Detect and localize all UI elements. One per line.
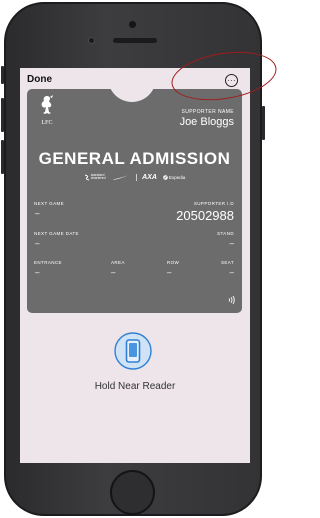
ticket-pass[interactable]: LFC SUPPORTER NAME Joe Bloggs GENERAL AD… [27,76,242,313]
next-game-date-value: – [35,239,40,248]
club-abbr: LFC [41,120,52,126]
expedia-logo: Expedia [163,175,185,180]
liverbird-crest-icon: LFC [41,95,53,126]
top-camera [129,21,136,28]
axa-logo: AXA [142,173,157,181]
next-game-label: NEXT GAME [34,201,65,206]
expedia-icon [163,174,168,180]
pass-notch [108,76,156,102]
entrance-label: ENTRANCE [34,260,62,265]
area-label: AREA [111,260,125,265]
next-game-date-label: NEXT GAME DATE [34,231,79,236]
sponsor-logos: standard chartered AXA Expedia [27,172,242,182]
hold-near-reader-text: Hold Near Reader [94,381,176,392]
row-label: ROW [167,260,180,265]
area-value: – [111,268,116,277]
sponsor-divider [135,173,137,181]
contactless-icon [228,295,235,305]
volume-down-button [1,140,4,174]
supporter-name-label: SUPPORTER NAME [181,109,234,115]
stand-value: – [229,239,234,248]
supporter-id-label: SUPPORTER I.D [193,201,234,206]
mute-switch [1,66,4,84]
seat-value: – [229,268,234,277]
next-game-value: – [35,209,40,218]
volume-up-button [1,98,4,132]
ticket-type: GENERAL ADMISSION [38,149,231,168]
done-button[interactable]: Done [27,74,52,85]
standard-chartered-icon [84,174,89,180]
power-button [262,106,265,140]
seat-label: SEAT [220,260,234,265]
supporter-name: Joe Bloggs [179,116,234,128]
entrance-value: – [35,268,40,277]
phone-reader-icon [114,332,152,370]
stand-label: STAND [217,231,234,236]
standard-chartered-logo: standard chartered [84,173,106,181]
nike-swoosh-icon [112,174,129,179]
front-camera [88,37,95,44]
row-value: – [167,268,172,277]
wallet-screen: Done ··· LFC SUPPORTER NAME Joe Bloggs G… [20,68,250,463]
home-button[interactable] [110,470,155,515]
supporter-id-value: 20502988 [176,208,234,223]
earpiece-speaker [113,38,157,43]
